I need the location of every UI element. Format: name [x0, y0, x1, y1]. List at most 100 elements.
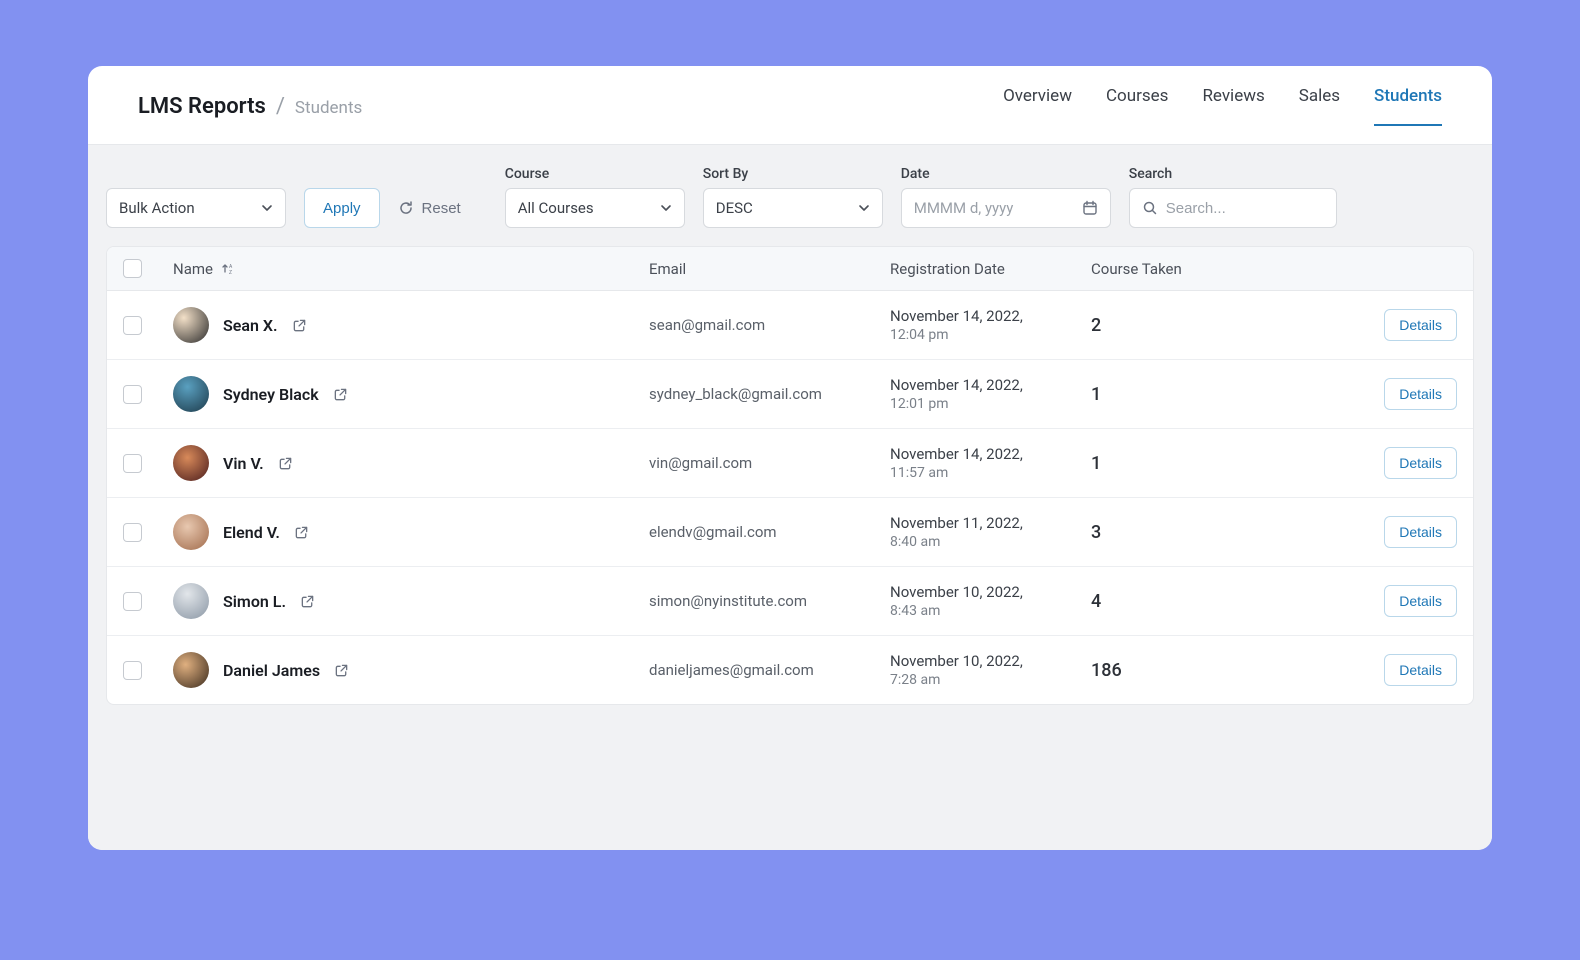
registration-date: November 14, 2022,12:01 pm: [890, 376, 1075, 412]
column-header-registration: Registration Date: [890, 260, 1075, 278]
table-row: Sean X. sean@gmail.com November 14, 2022,1…: [107, 291, 1473, 360]
tab-bar: Overview Courses Reviews Sales Students: [1003, 86, 1442, 126]
search-field[interactable]: [1129, 188, 1337, 228]
report-card: LMS Reports / Students Overview Courses Re…: [88, 66, 1492, 850]
avatar: [173, 307, 209, 343]
header: LMS Reports / Students Overview Courses Re…: [88, 66, 1492, 144]
row-checkbox[interactable]: [123, 592, 142, 611]
student-name: Elend V.: [223, 523, 280, 542]
chevron-down-icon: [261, 202, 273, 214]
student-name: Simon L.: [223, 592, 286, 611]
tab-overview[interactable]: Overview: [1003, 86, 1072, 126]
details-button[interactable]: Details: [1384, 585, 1457, 617]
chevron-down-icon: [858, 202, 870, 214]
avatar: [173, 376, 209, 412]
external-link-icon[interactable]: [292, 318, 307, 333]
registration-date: November 11, 2022,8:40 am: [890, 514, 1075, 550]
reset-group: Reset: [398, 163, 461, 228]
column-header-email: Email: [649, 260, 874, 278]
reset-button[interactable]: Reset: [398, 188, 461, 228]
reset-icon: [398, 200, 414, 216]
row-checkbox[interactable]: [123, 523, 142, 542]
student-name: Sean X.: [223, 316, 278, 335]
avatar: [173, 652, 209, 688]
student-email: sydney_black@gmail.com: [649, 385, 874, 403]
course-filter-group: Course All Courses: [505, 166, 685, 228]
sort-filter-label: Sort By: [703, 166, 883, 182]
avatar: [173, 514, 209, 550]
course-taken-count: 2: [1091, 315, 1241, 336]
student-name: Vin V.: [223, 454, 264, 473]
registration-date: November 14, 2022,12:04 pm: [890, 307, 1075, 343]
table-row: Elend V. elendv@gmail.com November 11, 202…: [107, 498, 1473, 567]
course-taken-count: 186: [1091, 660, 1241, 681]
student-name: Sydney Black: [223, 385, 319, 404]
course-filter-label: Course: [505, 166, 685, 182]
row-checkbox[interactable]: [123, 385, 142, 404]
search-icon: [1142, 200, 1158, 216]
svg-text:Z: Z: [229, 270, 232, 276]
date-input[interactable]: MMMM d, yyyy: [901, 188, 1111, 228]
student-name: Daniel James: [223, 661, 320, 680]
filter-bar: Bulk Action Apply Reset: [106, 163, 1474, 246]
table-header: Name A Z Email Registration Date Course …: [107, 247, 1473, 291]
details-button[interactable]: Details: [1384, 378, 1457, 410]
search-filter-label: Search: [1129, 166, 1337, 182]
date-placeholder: MMMM d, yyyy: [914, 199, 1082, 217]
external-link-icon[interactable]: [333, 387, 348, 402]
table-row: Sydney Black sydney_black@gmail.com Novemb…: [107, 360, 1473, 429]
course-taken-count: 4: [1091, 591, 1241, 612]
students-table: Name A Z Email Registration Date Course …: [106, 246, 1474, 705]
external-link-icon[interactable]: [294, 525, 309, 540]
tab-sales[interactable]: Sales: [1299, 86, 1340, 126]
registration-date: November 10, 2022,8:43 am: [890, 583, 1075, 619]
breadcrumb: LMS Reports / Students: [138, 94, 362, 119]
course-taken-count: 3: [1091, 522, 1241, 543]
course-select-value: All Courses: [518, 199, 594, 217]
registration-date: November 14, 2022,11:57 am: [890, 445, 1075, 481]
details-button[interactable]: Details: [1384, 447, 1457, 479]
column-name-label: Name: [173, 260, 213, 278]
row-checkbox[interactable]: [123, 661, 142, 680]
body-area: Bulk Action Apply Reset: [88, 144, 1492, 850]
table-row: Simon L. simon@nyinstitute.com November 10…: [107, 567, 1473, 636]
column-header-name[interactable]: Name A Z: [173, 260, 633, 278]
details-button[interactable]: Details: [1384, 654, 1457, 686]
student-email: danieljames@gmail.com: [649, 661, 874, 679]
details-button[interactable]: Details: [1384, 516, 1457, 548]
table-row: Daniel Jamesdanieljames@gmail.comNovembe…: [107, 636, 1473, 704]
date-filter-label: Date: [901, 166, 1111, 182]
student-email: sean@gmail.com: [649, 316, 874, 334]
sort-select[interactable]: DESC: [703, 188, 883, 228]
select-all-checkbox[interactable]: [123, 259, 142, 278]
course-taken-count: 1: [1091, 384, 1241, 405]
table-row: Vin V. vin@gmail.com November 14, 2022,11:…: [107, 429, 1473, 498]
chevron-down-icon: [660, 202, 672, 214]
course-select[interactable]: All Courses: [505, 188, 685, 228]
sort-icon: A Z: [221, 262, 235, 276]
row-checkbox[interactable]: [123, 316, 142, 335]
student-email: simon@nyinstitute.com: [649, 592, 874, 610]
tab-reviews[interactable]: Reviews: [1202, 86, 1264, 126]
student-email: elendv@gmail.com: [649, 523, 874, 541]
external-link-icon[interactable]: [334, 663, 349, 678]
bulk-action-value: Bulk Action: [119, 199, 195, 217]
row-checkbox[interactable]: [123, 454, 142, 473]
search-filter-group: Search: [1129, 166, 1337, 228]
breadcrumb-separator: /: [276, 94, 285, 119]
date-filter-group: Date MMMM d, yyyy: [901, 166, 1111, 228]
tab-courses[interactable]: Courses: [1106, 86, 1168, 126]
sort-filter-group: Sort By DESC: [703, 166, 883, 228]
external-link-icon[interactable]: [278, 456, 293, 471]
course-taken-count: 1: [1091, 453, 1241, 474]
tab-students[interactable]: Students: [1374, 86, 1442, 126]
bulk-action-select[interactable]: Bulk Action: [106, 188, 286, 228]
search-input[interactable]: [1166, 200, 1324, 217]
apply-button[interactable]: Apply: [304, 188, 380, 228]
sort-select-value: DESC: [716, 199, 753, 217]
student-email: vin@gmail.com: [649, 454, 874, 472]
column-header-course-taken: Course Taken: [1091, 260, 1241, 278]
calendar-icon: [1082, 200, 1098, 216]
external-link-icon[interactable]: [300, 594, 315, 609]
details-button[interactable]: Details: [1384, 309, 1457, 341]
